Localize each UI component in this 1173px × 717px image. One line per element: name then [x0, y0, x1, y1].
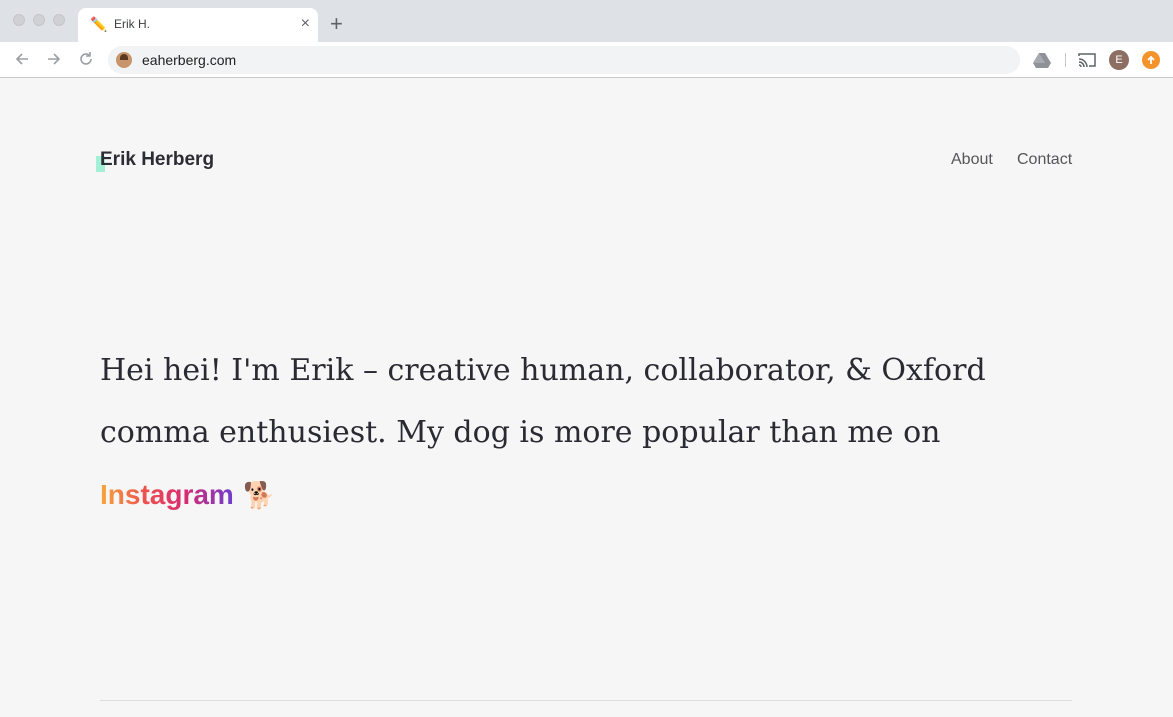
hero-intro: Hei hei! I'm Erik – creative human, coll…: [100, 340, 1080, 527]
close-tab-icon[interactable]: ×: [301, 15, 310, 33]
toolbar-divider: [1065, 53, 1066, 67]
close-window-button[interactable]: [13, 14, 25, 26]
minimize-window-button[interactable]: [33, 14, 45, 26]
site-logo[interactable]: Erik Herberg: [100, 149, 214, 171]
pencil-favicon-icon: ✏️: [90, 16, 108, 32]
nav-about-link[interactable]: About: [951, 151, 993, 169]
maximize-window-button[interactable]: [53, 14, 65, 26]
profile-avatar[interactable]: E: [1109, 50, 1129, 70]
instagram-link[interactable]: Instagram: [100, 479, 234, 510]
drive-icon[interactable]: [1032, 50, 1052, 70]
footer-divider: [100, 700, 1072, 701]
nav-contact-link[interactable]: Contact: [1017, 151, 1072, 169]
site-favicon-icon: [116, 52, 132, 68]
update-icon[interactable]: [1142, 51, 1160, 69]
cast-icon[interactable]: [1077, 50, 1097, 70]
back-arrow-icon[interactable]: [12, 49, 32, 69]
forward-arrow-icon[interactable]: [44, 49, 64, 69]
hero-text: Hei hei! I'm Erik – creative human, coll…: [100, 353, 986, 450]
tab-title: Erik H.: [114, 17, 150, 31]
new-tab-button[interactable]: +: [330, 12, 343, 36]
url-text: eaherberg.com: [142, 52, 237, 68]
dog-emoji-icon: 🐕: [243, 481, 276, 511]
address-bar[interactable]: eaherberg.com: [108, 46, 1020, 74]
browser-tab[interactable]: ✏️ Erik H. ×: [78, 8, 318, 42]
tab-strip: ✏️ Erik H. × +: [0, 0, 1173, 42]
reload-icon[interactable]: [76, 49, 96, 69]
browser-toolbar: eaherberg.com: [0, 42, 1173, 78]
